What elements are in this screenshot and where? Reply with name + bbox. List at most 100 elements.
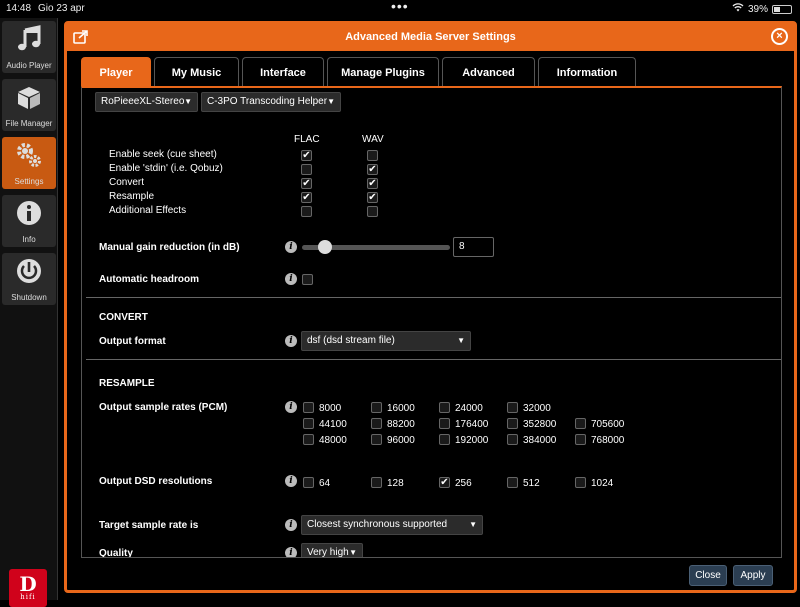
pcm-rate-checkbox[interactable] [371, 418, 382, 429]
pcm-rate-label: 16000 [387, 403, 415, 414]
pcm-rate-label: 96000 [387, 435, 415, 446]
gain-label: Manual gain reduction (in dB) [99, 242, 240, 253]
chevron-down-icon: ▼ [184, 97, 192, 106]
pcm-rate-checkbox[interactable] [575, 418, 586, 429]
sidebar-item-label: Settings [14, 177, 44, 186]
pcm-rate-checkbox[interactable] [303, 402, 314, 413]
pcm-rate-label: 768000 [591, 435, 625, 446]
flac-checkbox[interactable] [301, 206, 312, 217]
device-select[interactable]: RoPieeeXL-Stereo ▼ [95, 92, 198, 112]
dsd-rates-label: Output DSD resolutions [99, 476, 213, 487]
close-icon[interactable]: × [771, 28, 788, 45]
sidebar-item-audio-player[interactable]: Audio Player [2, 21, 56, 73]
multitask-dots[interactable]: ••• [391, 0, 409, 14]
sidebar-item-label: File Manager [5, 119, 53, 128]
pcm-rate-checkbox[interactable] [507, 402, 518, 413]
tab-my-music[interactable]: My Music [154, 57, 239, 87]
tab-interface[interactable]: Interface [242, 57, 324, 87]
pcm-rate-checkbox[interactable] [439, 402, 450, 413]
pcm-rate-checkbox[interactable] [575, 434, 586, 445]
gears-icon [17, 143, 41, 167]
status-bar: 14:48 Gio 23 apr ••• 39% [0, 0, 800, 18]
flac-checkbox[interactable] [301, 164, 312, 175]
wav-column-header: WAV [362, 134, 384, 145]
quality-value: Very high [307, 547, 349, 558]
info-icon[interactable]: i [285, 475, 297, 487]
info-icon[interactable]: i [285, 273, 297, 285]
dsd-rate-checkbox[interactable] [507, 477, 518, 488]
sidebar-item-label: Audio Player [6, 61, 52, 70]
pcm-rate-checkbox[interactable] [303, 434, 314, 445]
pcm-rate-checkbox[interactable] [439, 418, 450, 429]
dialog-title: Advanced Media Server Settings [345, 31, 516, 43]
quality-select[interactable]: Very high ▼ [301, 543, 363, 558]
helper-select[interactable]: C-3PO Transcoding Helper ▼ [201, 92, 341, 112]
info-icon[interactable]: i [285, 401, 297, 413]
wifi-icon [732, 3, 744, 15]
pcm-rate-label: 44100 [319, 419, 347, 430]
info-icon[interactable]: i [285, 547, 297, 557]
status-date: Gio 23 apr [38, 3, 85, 14]
target-rate-label: Target sample rate is [99, 520, 199, 531]
dhifi-logo: D hifi [9, 569, 47, 607]
convert-heading: CONVERT [99, 312, 148, 323]
output-format-value: dsf (dsd stream file) [307, 335, 395, 346]
pcm-rate-checkbox[interactable] [507, 418, 518, 429]
pcm-rate-checkbox[interactable] [439, 434, 450, 445]
tab-advanced[interactable]: Advanced [442, 57, 535, 87]
info-icon[interactable]: i [285, 335, 297, 347]
flac-checkbox[interactable]: ✔ [301, 150, 312, 161]
pcm-rate-checkbox[interactable] [371, 434, 382, 445]
gain-value-input[interactable]: 8 [453, 237, 494, 257]
dsd-rate-checkbox[interactable] [575, 477, 586, 488]
info-icon[interactable]: i [285, 241, 297, 253]
gain-slider-thumb[interactable] [318, 240, 333, 254]
sidebar: Audio Player File Manager Settings Info … [0, 18, 58, 607]
option-label: Enable 'stdin' (i.e. Qobuz) [109, 163, 223, 174]
headroom-checkbox[interactable] [302, 274, 313, 285]
flac-column-header: FLAC [294, 134, 320, 145]
dsd-rate-label: 256 [455, 478, 472, 489]
wav-checkbox[interactable] [367, 206, 378, 217]
logo-letter: D [19, 572, 37, 596]
tab-player[interactable]: Player [81, 57, 151, 87]
dialog-titlebar: Advanced Media Server Settings × [67, 24, 794, 51]
tab-manage-plugins[interactable]: Manage Plugins [327, 57, 439, 87]
option-label: Additional Effects [109, 205, 187, 216]
flac-checkbox[interactable]: ✔ [301, 192, 312, 203]
dsd-rate-checkbox[interactable]: ✔ [439, 477, 450, 488]
dsd-rate-checkbox[interactable] [371, 477, 382, 488]
section-divider [86, 359, 781, 360]
power-icon [17, 259, 41, 283]
info-icon[interactable]: i [285, 519, 297, 531]
settings-dialog: Advanced Media Server Settings × Player … [64, 21, 797, 593]
output-format-label: Output format [99, 336, 166, 347]
sidebar-item-info[interactable]: Info [2, 195, 56, 247]
chevron-down-icon: ▼ [327, 97, 335, 106]
option-label: Enable seek (cue sheet) [109, 149, 217, 160]
wav-checkbox[interactable] [367, 150, 378, 161]
pcm-rates-label: Output sample rates (PCM) [99, 402, 228, 413]
pcm-rate-label: 8000 [319, 403, 342, 414]
resample-heading: RESAMPLE [99, 378, 155, 389]
sidebar-item-settings[interactable]: Settings [2, 137, 56, 189]
wav-checkbox[interactable]: ✔ [367, 192, 378, 203]
output-format-select[interactable]: dsf (dsd stream file) ▼ [301, 331, 471, 351]
dsd-rate-checkbox[interactable] [303, 477, 314, 488]
pcm-rate-checkbox[interactable] [303, 418, 314, 429]
pcm-rate-checkbox[interactable] [371, 402, 382, 413]
close-button[interactable]: Close [689, 565, 727, 586]
pcm-rate-label: 192000 [455, 435, 489, 446]
chevron-down-icon: ▼ [349, 548, 357, 557]
pcm-rate-label: 705600 [591, 419, 625, 430]
tab-information[interactable]: Information [538, 57, 636, 87]
pcm-rate-checkbox[interactable] [507, 434, 518, 445]
target-rate-select[interactable]: Closest synchronous supported ▼ [301, 515, 483, 535]
flac-checkbox[interactable]: ✔ [301, 178, 312, 189]
wav-checkbox[interactable]: ✔ [367, 164, 378, 175]
option-label: Convert [109, 177, 145, 188]
wav-checkbox[interactable]: ✔ [367, 178, 378, 189]
apply-button[interactable]: Apply [733, 565, 773, 586]
sidebar-item-file-manager[interactable]: File Manager [2, 79, 56, 131]
sidebar-item-shutdown[interactable]: Shutdown [2, 253, 56, 305]
